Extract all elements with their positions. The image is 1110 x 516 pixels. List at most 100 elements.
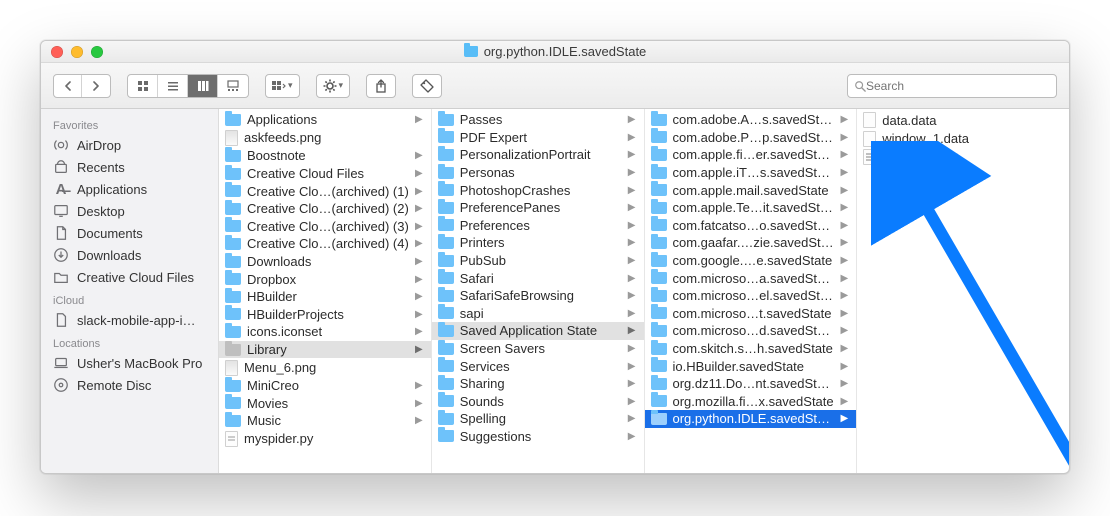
list-item[interactable]: data.data: [857, 111, 1069, 130]
sidebar-item[interactable]: Usher's MacBook Pro: [41, 352, 218, 374]
list-item[interactable]: icons.iconset▶: [219, 323, 431, 341]
sidebar-item[interactable]: Creative Cloud Files: [41, 266, 218, 288]
list-item[interactable]: PhotoshopCrashes▶: [432, 181, 644, 199]
sidebar-section-header: Favorites: [41, 113, 218, 134]
sidebar-item[interactable]: AirDrop: [41, 134, 218, 156]
list-item[interactable]: com.gaafar.…zie.savedState▶: [645, 234, 857, 252]
column[interactable]: Passes▶PDF Expert▶PersonalizationPortrai…: [432, 109, 645, 473]
list-item[interactable]: PubSub▶: [432, 252, 644, 270]
tags-button[interactable]: [412, 74, 442, 98]
list-item[interactable]: Boostnote▶: [219, 147, 431, 165]
chevron-right-icon: ▶: [415, 398, 423, 409]
list-item[interactable]: com.apple.mail.savedState▶: [645, 181, 857, 199]
list-item[interactable]: Creative Cloud Files▶: [219, 165, 431, 183]
list-item[interactable]: Dropbox▶: [219, 270, 431, 288]
sidebar-item[interactable]: Desktop: [41, 200, 218, 222]
sidebar-item[interactable]: Documents: [41, 222, 218, 244]
arrange-button[interactable]: ▾: [265, 74, 300, 98]
list-item[interactable]: com.adobe.P…p.savedState▶: [645, 129, 857, 147]
list-item[interactable]: com.fatcatso…o.savedState▶: [645, 217, 857, 235]
search-field[interactable]: [847, 74, 1057, 98]
list-item[interactable]: Music▶: [219, 412, 431, 430]
list-item[interactable]: PreferencePanes▶: [432, 199, 644, 217]
zoom-button[interactable]: [91, 46, 103, 58]
list-item[interactable]: com.adobe.A…s.savedState▶: [645, 111, 857, 129]
list-item[interactable]: com.google.…e.savedState▶: [645, 252, 857, 270]
icon-view-button[interactable]: [128, 75, 158, 97]
list-item[interactable]: window_1.data: [857, 130, 1069, 149]
list-item[interactable]: Library▶: [219, 341, 431, 359]
list-item[interactable]: Sharing▶: [432, 375, 644, 393]
folder-icon: [651, 290, 667, 302]
column[interactable]: Applications▶askfeeds.pngBoostnote▶Creat…: [219, 109, 432, 473]
list-item[interactable]: Personas▶: [432, 164, 644, 182]
list-item[interactable]: Passes▶: [432, 111, 644, 129]
list-item[interactable]: io.HBuilder.savedState▶: [645, 357, 857, 375]
list-item[interactable]: PersonalizationPortrait▶: [432, 146, 644, 164]
list-item[interactable]: Downloads▶: [219, 253, 431, 271]
list-item[interactable]: MiniCreo▶: [219, 377, 431, 395]
action-button[interactable]: ▾: [316, 74, 351, 98]
sidebar-item[interactable]: Recents: [41, 156, 218, 178]
folder-icon: [225, 168, 241, 180]
list-item[interactable]: sapi▶: [432, 305, 644, 323]
list-item[interactable]: Screen Savers▶: [432, 340, 644, 358]
sidebar-item[interactable]: Remote Disc: [41, 374, 218, 396]
list-item[interactable]: windows.plist: [857, 148, 1069, 167]
list-item[interactable]: Spelling▶: [432, 410, 644, 428]
list-item[interactable]: HBuilder▶: [219, 288, 431, 306]
minimize-button[interactable]: [71, 46, 83, 58]
list-item[interactable]: com.apple.Te…it.savedState▶: [645, 199, 857, 217]
list-view-button[interactable]: [158, 75, 188, 97]
forward-button[interactable]: [82, 75, 110, 97]
sidebar-item[interactable]: Downloads: [41, 244, 218, 266]
list-item[interactable]: Preferences▶: [432, 217, 644, 235]
list-item[interactable]: Sounds▶: [432, 393, 644, 411]
list-item[interactable]: Creative Clo…(archived) (3)▶: [219, 218, 431, 236]
gallery-view-button[interactable]: [218, 75, 248, 97]
chevron-right-icon: ▶: [841, 237, 849, 248]
list-item[interactable]: com.microso…t.savedState▶: [645, 305, 857, 323]
column-view-button[interactable]: [188, 75, 218, 97]
list-item[interactable]: com.microso…a.savedState▶: [645, 269, 857, 287]
list-item[interactable]: com.skitch.s…h.savedState▶: [645, 340, 857, 358]
folder-icon: [225, 185, 241, 197]
column[interactable]: data.datawindow_1.datawindows.plist: [857, 109, 1069, 473]
item-label: Saved Application State: [460, 323, 622, 338]
list-item[interactable]: HBuilderProjects▶: [219, 306, 431, 324]
list-item[interactable]: Services▶: [432, 357, 644, 375]
list-item[interactable]: Creative Clo…(archived) (1)▶: [219, 182, 431, 200]
list-item[interactable]: Movies▶: [219, 395, 431, 413]
list-item[interactable]: com.apple.fi…er.savedState▶: [645, 146, 857, 164]
list-item[interactable]: Printers▶: [432, 234, 644, 252]
list-item[interactable]: PDF Expert▶: [432, 129, 644, 147]
back-button[interactable]: [54, 75, 82, 97]
list-item[interactable]: myspider.py: [219, 430, 431, 449]
list-item[interactable]: askfeeds.png: [219, 129, 431, 148]
list-item[interactable]: SafariSafeBrowsing▶: [432, 287, 644, 305]
sidebar-item[interactable]: slack-mobile-app-i…: [41, 309, 218, 331]
list-item[interactable]: Creative Clo…(archived) (2)▶: [219, 200, 431, 218]
chevron-down-icon: ▾: [288, 80, 293, 91]
chevron-right-icon: ▶: [628, 396, 636, 407]
list-item[interactable]: com.microso…el.savedState▶: [645, 287, 857, 305]
chevron-right-icon: ▶: [415, 274, 423, 285]
list-item[interactable]: Applications▶: [219, 111, 431, 129]
search-input[interactable]: [866, 79, 1050, 93]
list-item[interactable]: com.microso…d.savedState▶: [645, 322, 857, 340]
list-item[interactable]: org.python.IDLE.savedState▶: [645, 410, 857, 428]
share-button[interactable]: [366, 74, 396, 98]
list-item[interactable]: Safari▶: [432, 269, 644, 287]
close-button[interactable]: [51, 46, 63, 58]
list-item[interactable]: Creative Clo…(archived) (4)▶: [219, 235, 431, 253]
sidebar-item[interactable]: A̶Applications: [41, 178, 218, 200]
list-item[interactable]: Saved Application State▶: [432, 322, 644, 340]
list-item[interactable]: Suggestions▶: [432, 428, 644, 446]
list-item[interactable]: Menu_6.png: [219, 358, 431, 377]
column[interactable]: com.adobe.A…s.savedState▶com.adobe.P…p.s…: [645, 109, 858, 473]
sidebar-item-label: Downloads: [77, 248, 141, 263]
list-item[interactable]: org.dz11.Do…nt.savedState▶: [645, 375, 857, 393]
folder-icon: [438, 307, 454, 319]
list-item[interactable]: com.apple.iT…s.savedState▶: [645, 164, 857, 182]
list-item[interactable]: org.mozilla.fi…x.savedState▶: [645, 393, 857, 411]
